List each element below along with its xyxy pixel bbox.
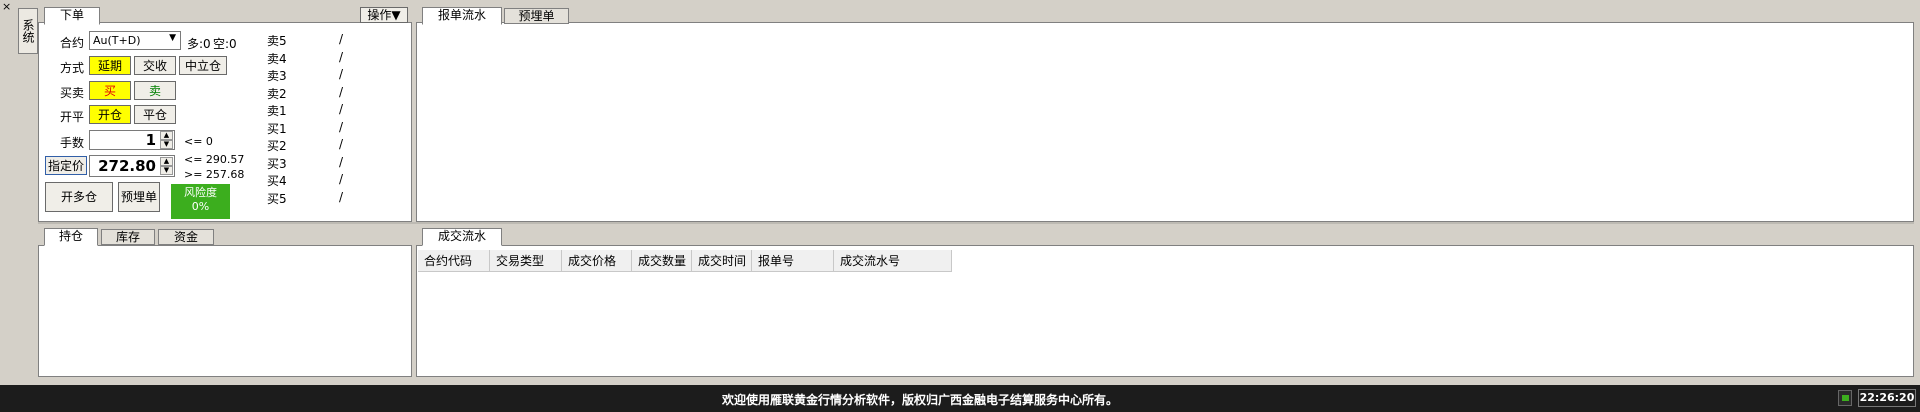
mode-deferred-button[interactable]: 延期 [89, 56, 131, 75]
status-clock: 22:26:20 [1858, 389, 1916, 407]
column-header[interactable]: 报单号 [752, 250, 834, 272]
contract-value: Au(T+D) [93, 34, 141, 47]
book-level-label: 买4 [267, 174, 287, 188]
book-level-value: / [339, 67, 344, 81]
operations-button[interactable]: 操作▼ [360, 7, 408, 23]
book-level-value: / [339, 154, 344, 169]
book-level-value: / [339, 49, 344, 64]
system-side-tab[interactable]: 系统 [18, 8, 38, 54]
chevron-down-icon: ▼ [169, 33, 176, 43]
tab-order[interactable]: 下单 [44, 7, 100, 25]
buy-button[interactable]: 买 [89, 81, 131, 100]
book-level-value: / [339, 119, 344, 134]
tab-positions[interactable]: 持仓 [44, 228, 98, 246]
column-header[interactable]: 成交数量 [632, 250, 692, 272]
contract-label: 合约 [60, 36, 85, 50]
contract-select[interactable]: Au(T+D) ▼ [89, 31, 181, 50]
short-position-count: 空:0 [213, 37, 237, 51]
price-upper-limit: <= 290.57 [184, 153, 245, 166]
book-level-label: 买5 [267, 191, 287, 206]
book-level-value: / [339, 189, 344, 204]
price-stepper[interactable]: 272.80 ▲ ▼ [89, 155, 175, 177]
close-button[interactable]: 平仓 [134, 105, 176, 124]
tab-order-flow[interactable]: 报单流水 [422, 7, 502, 25]
spin-down-icon[interactable]: ▼ [160, 166, 173, 175]
risk-indicator: 风险度 0% [171, 184, 230, 219]
risk-title: 风险度 [184, 186, 217, 199]
price-value: 272.80 [98, 157, 156, 175]
spin-up-icon[interactable]: ▲ [160, 131, 173, 140]
mode-label: 方式 [60, 61, 85, 75]
book-level-value: / [339, 172, 344, 186]
mode-neutral-button[interactable]: 中立仓 [179, 56, 227, 75]
preorder-button[interactable]: 预埋单 [118, 182, 160, 212]
column-header[interactable]: 成交价格 [562, 250, 632, 272]
openclose-label: 开平 [60, 110, 85, 124]
quantity-value: 1 [145, 131, 156, 149]
price-lower-limit: >= 257.68 [184, 168, 245, 181]
open-long-button[interactable]: 开多仓 [45, 182, 113, 212]
book-level-label: 卖3 [267, 69, 287, 83]
column-header[interactable]: 成交流水号 [834, 250, 952, 272]
column-header[interactable]: 成交时间 [692, 250, 752, 272]
book-level-value: / [339, 32, 344, 46]
book-level-label: 买1 [267, 121, 287, 136]
tab-funds[interactable]: 资金 [158, 229, 214, 245]
spin-up-icon[interactable]: ▲ [160, 157, 173, 166]
positions-panel [38, 245, 412, 377]
order-flow-panel [416, 22, 1914, 222]
book-level-value: / [339, 84, 344, 99]
specified-price-button[interactable]: 指定价 [45, 156, 87, 175]
book-level-label: 买2 [267, 139, 287, 153]
side-label: 买卖 [60, 86, 85, 100]
column-header[interactable]: 合约代码 [418, 250, 490, 272]
mode-delivery-button[interactable]: 交收 [134, 56, 176, 75]
book-level-label: 卖2 [267, 86, 287, 101]
status-message: 欢迎使用雁联黄金行情分析软件，版权归广西金融电子结算服务中心所有。 [721, 393, 1118, 407]
close-icon[interactable]: × [2, 1, 11, 13]
book-level-value: / [339, 102, 344, 116]
book-level-label: 买3 [267, 156, 287, 171]
quantity-limit: <= 0 [184, 135, 213, 148]
book-level-label: 卖5 [267, 34, 287, 48]
book-level-label: 卖1 [267, 104, 287, 118]
quantity-label: 手数 [60, 136, 85, 150]
status-bar: 欢迎使用雁联黄金行情分析软件，版权归广西金融电子结算服务中心所有。 22:26:… [0, 385, 1920, 412]
risk-value: 0% [191, 200, 210, 213]
splitter[interactable] [38, 222, 1914, 224]
open-button[interactable]: 开仓 [89, 105, 131, 124]
long-position-count: 多:0 [187, 37, 211, 51]
connection-icon [1838, 390, 1852, 406]
book-level-label: 卖4 [267, 51, 287, 66]
book-level-value: / [339, 137, 344, 151]
sell-button[interactable]: 卖 [134, 81, 176, 100]
tab-inventory[interactable]: 库存 [101, 229, 155, 245]
quantity-stepper[interactable]: 1 ▲ ▼ [89, 130, 175, 150]
column-header[interactable]: 交易类型 [490, 250, 562, 272]
tab-trade-flow[interactable]: 成交流水 [422, 228, 502, 246]
tab-preorders[interactable]: 预埋单 [504, 8, 569, 24]
spin-down-icon[interactable]: ▼ [160, 140, 173, 149]
